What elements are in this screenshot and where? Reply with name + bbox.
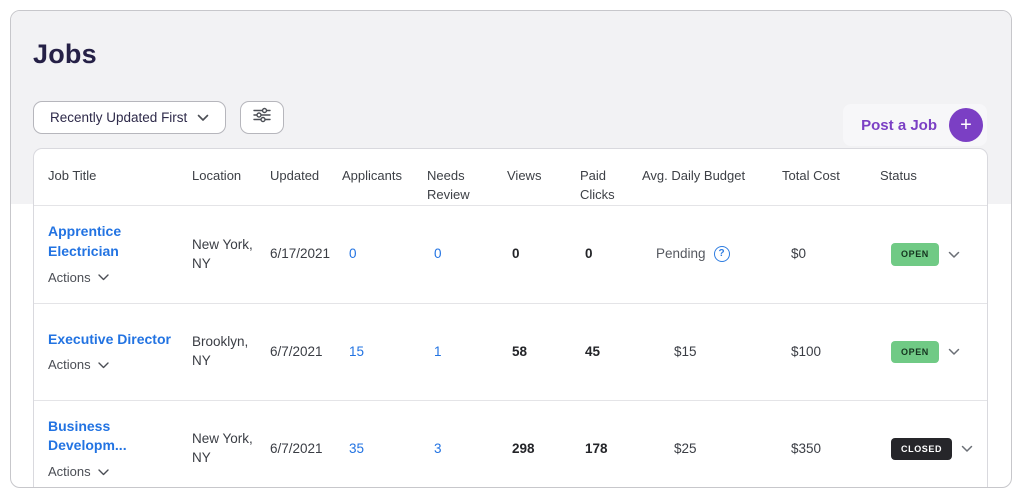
cell-paid-clicks: 0 [580,245,642,264]
toolbar: Recently Updated First [33,101,284,134]
help-icon[interactable]: ? [714,246,730,262]
column-header-applicants: Applicants [342,149,427,186]
column-header-status: Status [880,149,987,186]
job-title-link[interactable]: Business Developm... [48,417,184,456]
cell-status: OPEN [880,243,987,266]
cell-avg-daily-budget: $25 [642,440,782,459]
chevron-down-icon [98,469,109,476]
budget-amount: $25 [656,440,697,459]
chevron-down-icon[interactable] [948,348,960,356]
budget-pending-text: Pending [656,245,706,264]
page-title: Jobs [33,39,97,70]
applicants-count-link[interactable]: 35 [342,440,427,459]
cell-job-title: Apprentice Electrician Actions [48,222,192,286]
sliders-icon [253,107,271,128]
column-header-views: Views [507,149,580,186]
job-title-link[interactable]: Apprentice Electrician [48,222,184,261]
cell-paid-clicks: 178 [580,440,642,459]
chevron-down-icon [98,274,109,281]
status-badge[interactable]: OPEN [891,341,939,364]
post-a-job-label[interactable]: Post a Job [861,117,937,134]
filter-button[interactable] [240,101,284,134]
column-header-updated: Updated [270,149,342,186]
table-row: Apprentice Electrician Actions New York,… [34,206,987,303]
cell-location: New York, NY [192,430,270,468]
table-row: Executive Director Actions Brooklyn, NY … [34,303,987,400]
column-header-job-title: Job Title [48,149,192,186]
cell-views: 58 [507,343,580,362]
sort-dropdown[interactable]: Recently Updated First [33,101,226,134]
cell-job-title: Executive Director Actions [48,330,192,375]
cell-location: New York, NY [192,236,270,274]
applicants-count-link[interactable]: 0 [342,245,427,264]
applicants-count-link[interactable]: 15 [342,343,427,362]
needs-review-count-link[interactable]: 3 [427,440,507,459]
cell-total-cost: $100 [782,343,880,362]
needs-review-count-link[interactable]: 0 [427,245,507,264]
plus-icon[interactable]: + [949,108,983,142]
cell-avg-daily-budget: Pending ? [642,245,782,264]
cell-updated: 6/7/2021 [270,343,342,362]
actions-label: Actions [48,356,91,374]
column-header-avg-daily-budget: Avg. Daily Budget [642,149,782,186]
cell-updated: 6/7/2021 [270,440,342,459]
column-header-paid-clicks: Paid Clicks [580,149,642,205]
column-header-total-cost: Total Cost [782,149,880,186]
cell-total-cost: $350 [782,440,880,459]
cell-job-title: Business Developm... Actions [48,417,192,481]
cell-updated: 6/17/2021 [270,245,342,264]
status-badge[interactable]: OPEN [891,243,939,266]
cell-avg-daily-budget: $15 [642,343,782,362]
column-header-location: Location [192,149,270,186]
status-badge[interactable]: CLOSED [891,438,952,461]
chevron-down-icon[interactable] [948,251,960,259]
column-header-needs-review: Needs Review [427,149,507,205]
cell-location: Brooklyn, NY [192,333,270,371]
post-a-job-button[interactable]: Post a Job + [843,104,987,146]
actions-dropdown[interactable]: Actions [48,463,184,481]
actions-dropdown[interactable]: Actions [48,269,184,287]
needs-review-count-link[interactable]: 1 [427,343,507,362]
table-row: Business Developm... Actions New York, N… [34,400,987,488]
actions-dropdown[interactable]: Actions [48,356,184,374]
actions-label: Actions [48,269,91,287]
jobs-table: Job Title Location Updated Applicants Ne… [33,148,988,488]
chevron-down-icon[interactable] [961,445,973,453]
cell-paid-clicks: 45 [580,343,642,362]
cell-total-cost: $0 [782,245,880,264]
cell-views: 0 [507,245,580,264]
jobs-dashboard-window: Jobs Recently Updated First Post a Job [10,10,1012,488]
budget-amount: $15 [656,343,697,362]
sort-dropdown-value: Recently Updated First [50,110,187,125]
actions-label: Actions [48,463,91,481]
chevron-down-icon [197,114,209,122]
cell-status: OPEN [880,341,987,364]
cell-views: 298 [507,440,580,459]
cell-status: CLOSED [880,438,987,461]
chevron-down-icon [98,362,109,369]
job-title-link[interactable]: Executive Director [48,330,171,350]
table-header-row: Job Title Location Updated Applicants Ne… [34,149,987,206]
